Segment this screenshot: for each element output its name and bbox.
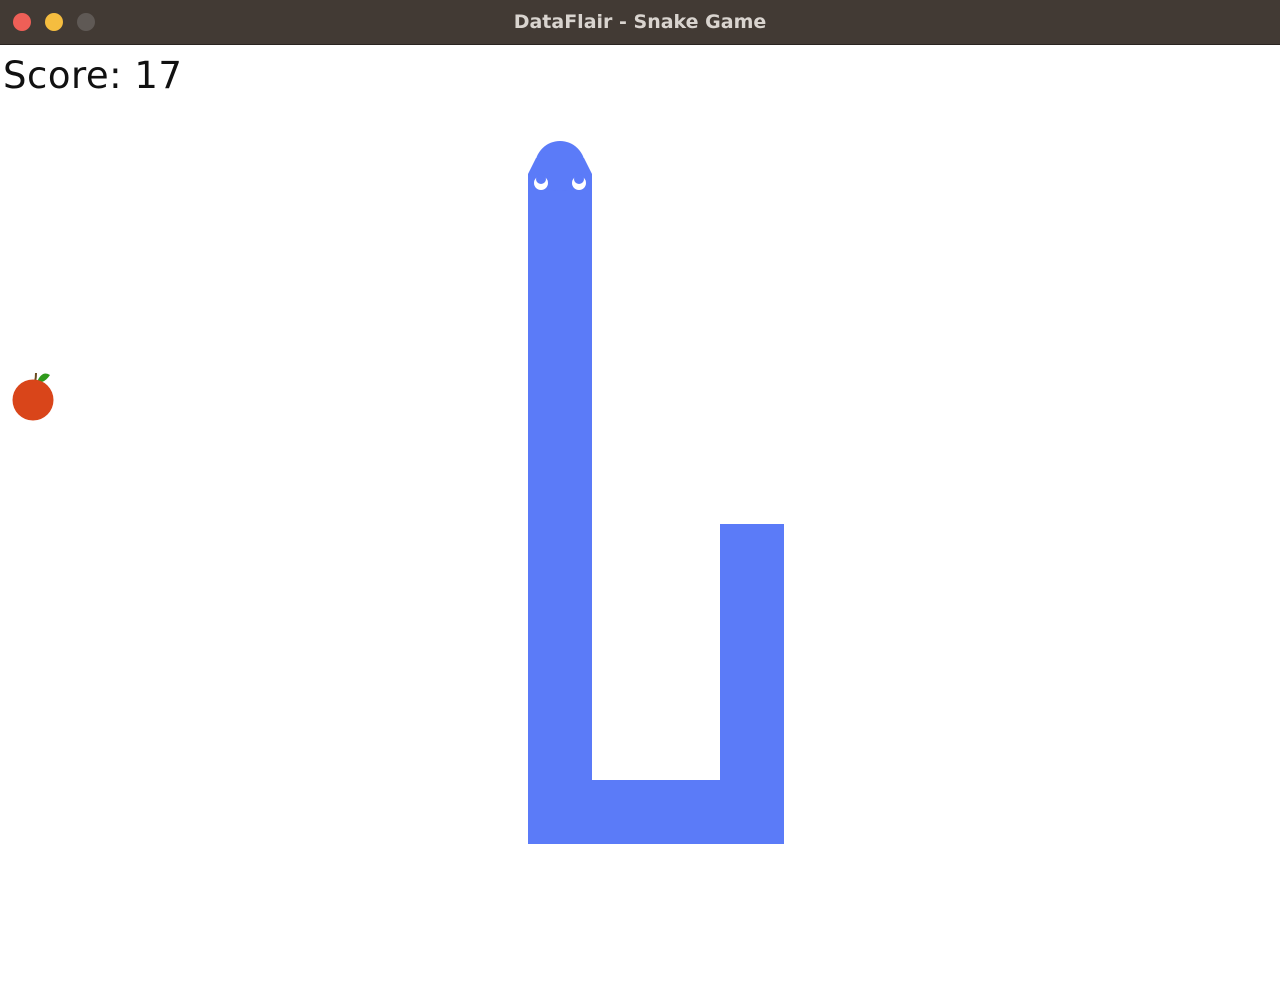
game-window: DataFlair - Snake Game Score: 17 [0, 0, 1280, 1005]
apple-food-icon [12, 372, 54, 421]
title-bar[interactable]: DataFlair - Snake Game [0, 0, 1280, 45]
game-board [12, 141, 784, 844]
snake [528, 141, 784, 844]
game-canvas[interactable]: Score: 17 [0, 46, 1280, 1005]
snake-head [528, 141, 592, 191]
window-title: DataFlair - Snake Game [513, 11, 767, 33]
snake-body [528, 174, 784, 844]
